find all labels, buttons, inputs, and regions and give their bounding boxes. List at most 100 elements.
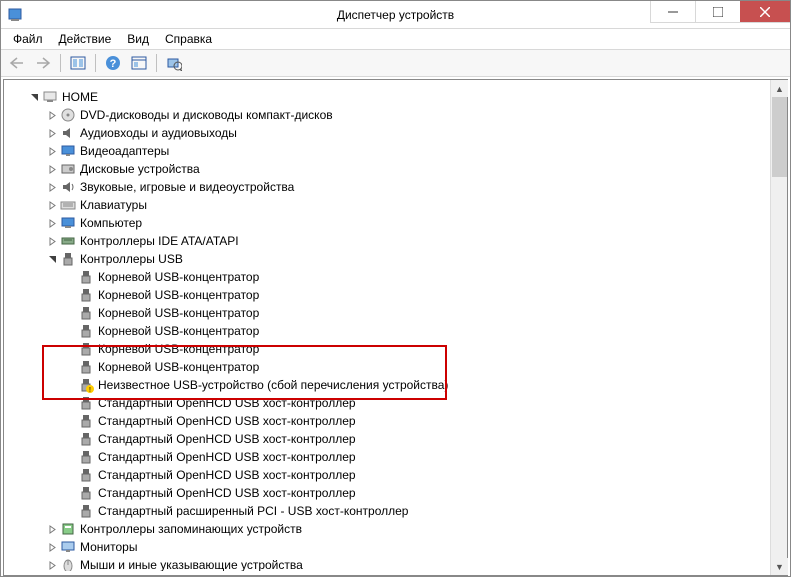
- usb-device-icon: [78, 305, 94, 321]
- category-node[interactable]: Контроллеры IDE ATA/ATAPI: [12, 232, 779, 250]
- expander-closed-icon[interactable]: [46, 109, 58, 121]
- forward-button: [31, 52, 55, 74]
- expander-closed-icon[interactable]: [46, 181, 58, 193]
- node-label: Корневой USB-концентратор: [98, 322, 259, 340]
- expander-closed-icon[interactable]: [46, 235, 58, 247]
- disk-icon: [60, 161, 76, 177]
- node-label: Корневой USB-концентратор: [98, 304, 259, 322]
- usb-icon: [60, 251, 76, 267]
- show-hidden-button[interactable]: [66, 52, 90, 74]
- scroll-down-button[interactable]: ▼: [771, 558, 788, 575]
- help-button[interactable]: ?: [101, 52, 125, 74]
- usb-device-icon: [78, 431, 94, 447]
- sound-icon: [60, 179, 76, 195]
- node-label: Мыши и иные указывающие устройства: [80, 556, 303, 571]
- expander-open-icon[interactable]: [46, 253, 58, 265]
- usb-device-node[interactable]: Стандартный OpenHCD USB хост-контроллер: [12, 394, 779, 412]
- usb-device-node[interactable]: Корневой USB-концентратор: [12, 304, 779, 322]
- scan-hardware-button[interactable]: [162, 52, 186, 74]
- node-label: Мониторы: [80, 538, 137, 556]
- usb-device-icon: [78, 287, 94, 303]
- audio-icon: [60, 125, 76, 141]
- scrollbar[interactable]: ▲ ▼: [770, 80, 787, 575]
- usb-device-node[interactable]: Корневой USB-концентратор: [12, 340, 779, 358]
- node-label: Стандартный OpenHCD USB хост-контроллер: [98, 484, 356, 502]
- expander-closed-icon[interactable]: [46, 127, 58, 139]
- node-label: Дисковые устройства: [80, 160, 200, 178]
- toolbar-separator: [95, 54, 96, 72]
- usb-device-node[interactable]: Стандартный OpenHCD USB хост-контроллер: [12, 448, 779, 466]
- disc-icon: [60, 107, 76, 123]
- usb-device-node[interactable]: Корневой USB-концентратор: [12, 286, 779, 304]
- usb-device-icon: [78, 323, 94, 339]
- node-label: Контроллеры IDE ATA/ATAPI: [80, 232, 239, 250]
- usb-device-node[interactable]: Стандартный OpenHCD USB хост-контроллер: [12, 484, 779, 502]
- menu-help[interactable]: Справка: [157, 30, 220, 48]
- window-controls: [650, 1, 790, 23]
- scroll-up-button[interactable]: ▲: [771, 80, 788, 97]
- category-node[interactable]: Мониторы: [12, 538, 779, 556]
- expander-closed-icon[interactable]: [46, 559, 58, 571]
- toolbar-separator: [156, 54, 157, 72]
- node-label: Стандартный OpenHCD USB хост-контроллер: [98, 412, 356, 430]
- menubar: Файл Действие Вид Справка: [1, 29, 790, 49]
- usb-device-icon: [78, 359, 94, 375]
- usb-device-icon: [78, 395, 94, 411]
- usb-device-node[interactable]: Корневой USB-концентратор: [12, 268, 779, 286]
- usb-device-node[interactable]: Стандартный OpenHCD USB хост-контроллер: [12, 430, 779, 448]
- usb-device-node[interactable]: Стандартный OpenHCD USB хост-контроллер: [12, 412, 779, 430]
- maximize-button[interactable]: [695, 1, 740, 23]
- back-button: [5, 52, 29, 74]
- category-node[interactable]: Аудиовходы и аудиовыходы: [12, 124, 779, 142]
- computer-icon: [60, 215, 76, 231]
- tree-root[interactable]: HOME: [12, 88, 779, 106]
- properties-button[interactable]: [127, 52, 151, 74]
- content-area: HOMEDVD-дисководы и дисководы компакт-ди…: [3, 79, 788, 576]
- window-title: Диспетчер устройств: [337, 8, 454, 22]
- device-tree[interactable]: HOMEDVD-дисководы и дисководы компакт-ди…: [8, 84, 783, 571]
- category-node[interactable]: Дисковые устройства: [12, 160, 779, 178]
- close-button[interactable]: [740, 1, 790, 23]
- usb-device-node[interactable]: Стандартный расширенный PCI - USB хост-к…: [12, 502, 779, 520]
- node-label: Стандартный OpenHCD USB хост-контроллер: [98, 448, 356, 466]
- node-label: Корневой USB-концентратор: [98, 358, 259, 376]
- usb-device-icon: !: [78, 377, 94, 393]
- svg-text:?: ?: [110, 58, 117, 70]
- scroll-thumb[interactable]: [772, 97, 787, 177]
- expander-closed-icon[interactable]: [46, 523, 58, 535]
- keyboard-icon: [60, 197, 76, 213]
- node-label: DVD-дисководы и дисководы компакт-дисков: [80, 106, 333, 124]
- expander-closed-icon[interactable]: [46, 145, 58, 157]
- monitor-icon: [60, 539, 76, 555]
- category-node[interactable]: Мыши и иные указывающие устройства: [12, 556, 779, 571]
- usb-controllers-node[interactable]: Контроллеры USB: [12, 250, 779, 268]
- expander-closed-icon[interactable]: [46, 541, 58, 553]
- menu-view[interactable]: Вид: [119, 30, 157, 48]
- node-label: Стандартный расширенный PCI - USB хост-к…: [98, 502, 408, 520]
- expander-closed-icon[interactable]: [46, 199, 58, 211]
- usb-device-node[interactable]: Корневой USB-концентратор: [12, 358, 779, 376]
- category-node[interactable]: Компьютер: [12, 214, 779, 232]
- computer-icon: [42, 89, 58, 105]
- node-label: Неизвестное USB-устройство (сбой перечис…: [98, 376, 448, 394]
- category-node[interactable]: Клавиатуры: [12, 196, 779, 214]
- node-label: Звуковые, игровые и видеоустройства: [80, 178, 294, 196]
- node-label: Стандартный OpenHCD USB хост-контроллер: [98, 466, 356, 484]
- node-label: Контроллеры USB: [80, 250, 183, 268]
- expander-open-icon[interactable]: [28, 91, 40, 103]
- usb-device-node[interactable]: Корневой USB-концентратор: [12, 322, 779, 340]
- usb-device-node[interactable]: !Неизвестное USB-устройство (сбой перечи…: [12, 376, 779, 394]
- menu-action[interactable]: Действие: [51, 30, 120, 48]
- expander-closed-icon[interactable]: [46, 217, 58, 229]
- node-label: Стандартный OpenHCD USB хост-контроллер: [98, 394, 356, 412]
- ide-icon: [60, 233, 76, 249]
- node-label: Видеоадаптеры: [80, 142, 169, 160]
- minimize-button[interactable]: [650, 1, 695, 23]
- category-node[interactable]: Контроллеры запоминающих устройств: [12, 520, 779, 538]
- menu-file[interactable]: Файл: [5, 30, 51, 48]
- usb-device-node[interactable]: Стандартный OpenHCD USB хост-контроллер: [12, 466, 779, 484]
- category-node[interactable]: Видеоадаптеры: [12, 142, 779, 160]
- category-node[interactable]: Звуковые, игровые и видеоустройства: [12, 178, 779, 196]
- expander-closed-icon[interactable]: [46, 163, 58, 175]
- category-node[interactable]: DVD-дисководы и дисководы компакт-дисков: [12, 106, 779, 124]
